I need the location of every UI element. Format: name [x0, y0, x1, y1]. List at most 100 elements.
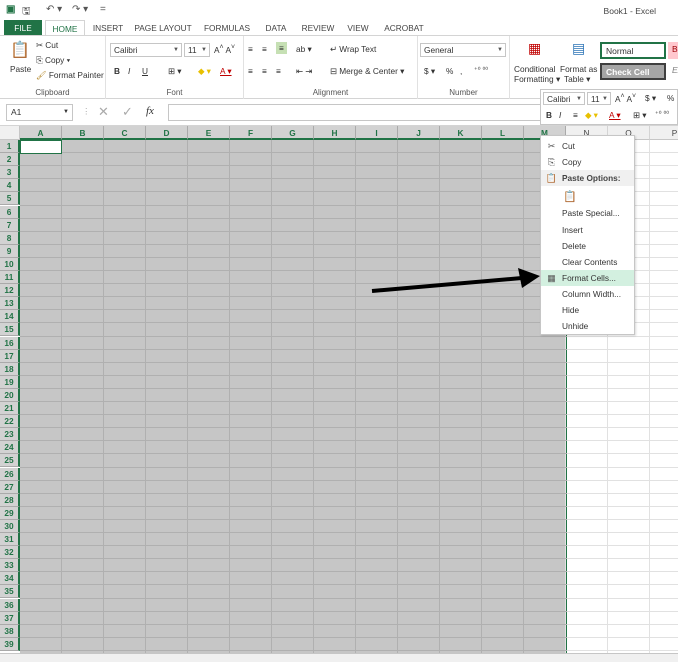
row-header[interactable]: 17: [0, 349, 20, 363]
row-header[interactable]: 25: [0, 454, 20, 468]
mini-percent-button[interactable]: %: [667, 93, 674, 103]
row-header[interactable]: 24: [0, 441, 20, 455]
copy-button[interactable]: ⎘ Copy ▾: [36, 55, 70, 66]
enter-icon[interactable]: ✓: [122, 104, 133, 120]
row-header[interactable]: 16: [0, 336, 20, 350]
row-header[interactable]: 29: [0, 506, 20, 520]
undo-icon[interactable]: ↶ ▾: [46, 4, 62, 15]
currency-button[interactable]: $ ▾: [424, 66, 435, 76]
tab-data[interactable]: DATA: [260, 20, 292, 36]
align-right-icon[interactable]: ≡: [276, 66, 281, 76]
active-cell-a1[interactable]: [20, 140, 62, 154]
row-header[interactable]: 18: [0, 362, 20, 376]
row-header[interactable]: 9: [0, 244, 20, 258]
tab-home[interactable]: HOME: [45, 20, 85, 36]
tab-page-layout[interactable]: PAGE LAYOUT: [132, 20, 194, 36]
conditional-formatting-button[interactable]: Conditional: [514, 64, 556, 74]
cut-button[interactable]: ✂ Cut: [36, 40, 58, 50]
row-header[interactable]: 6: [0, 205, 20, 219]
row-header[interactable]: 15: [0, 323, 20, 337]
fill-color-icon[interactable]: ◆ ▾: [198, 66, 211, 76]
row-header[interactable]: 3: [0, 166, 20, 180]
row-header[interactable]: 12: [0, 284, 20, 298]
orientation-icon[interactable]: ab ▾: [296, 44, 312, 54]
column-header[interactable]: B: [62, 126, 104, 140]
row-header[interactable]: 37: [0, 611, 20, 625]
merge-center-button[interactable]: ⊟ Merge & Center ▾: [330, 66, 404, 76]
column-header[interactable]: P: [650, 126, 678, 140]
customize-quick-access[interactable]: =: [100, 4, 106, 15]
row-header[interactable]: 8: [0, 231, 20, 245]
style-normal[interactable]: Normal: [600, 42, 666, 59]
tab-formulas[interactable]: FORMULAS: [200, 20, 254, 36]
menu-format-cells[interactable]: ▦ Format Cells...: [541, 270, 634, 286]
row-header[interactable]: 28: [0, 493, 20, 507]
mini-fill-color-icon[interactable]: ◆ ▾: [585, 110, 598, 120]
menu-paste-option-a[interactable]: 📋: [541, 187, 634, 207]
menu-unhide[interactable]: Unhide: [541, 318, 634, 334]
column-header[interactable]: C: [104, 126, 146, 140]
name-box[interactable]: A1 ▼: [6, 104, 73, 121]
cancel-icon[interactable]: ✕: [98, 104, 109, 120]
mini-font-color-icon[interactable]: A ▾: [609, 110, 621, 120]
row-header[interactable]: 26: [0, 467, 20, 481]
column-header[interactable]: I: [356, 126, 398, 140]
row-header[interactable]: 19: [0, 375, 20, 389]
tab-insert[interactable]: INSERT: [89, 20, 127, 36]
borders-icon[interactable]: ⊞ ▾: [168, 66, 181, 76]
column-header[interactable]: L: [482, 126, 524, 140]
font-color-icon[interactable]: A ▾: [220, 66, 232, 76]
column-header[interactable]: K: [440, 126, 482, 140]
underline-button[interactable]: U: [142, 66, 148, 76]
row-header[interactable]: 22: [0, 415, 20, 429]
row-header[interactable]: 32: [0, 546, 20, 560]
align-middle-icon[interactable]: ≡: [262, 44, 267, 54]
bold-button[interactable]: B: [114, 66, 120, 76]
row-header[interactable]: 36: [0, 598, 20, 612]
tab-acrobat[interactable]: ACROBAT: [380, 20, 428, 36]
row-header[interactable]: 31: [0, 533, 20, 547]
number-format-combo[interactable]: General ▼: [420, 43, 506, 57]
row-header[interactable]: 11: [0, 271, 20, 285]
row-header[interactable]: 21: [0, 402, 20, 416]
column-header[interactable]: G: [272, 126, 314, 140]
indent-icon[interactable]: ⇤ ⇥: [296, 66, 312, 76]
mini-decimal-icon[interactable]: ⁺⁰ ⁰⁰: [655, 110, 669, 118]
row-header[interactable]: 35: [0, 585, 20, 599]
row-header[interactable]: 27: [0, 480, 20, 494]
column-header[interactable]: E: [188, 126, 230, 140]
tab-review[interactable]: REVIEW: [298, 20, 338, 36]
style-check-cell[interactable]: Check Cell: [600, 63, 666, 80]
mini-size-combo[interactable]: 11 ▼: [587, 92, 611, 105]
save-icon[interactable]: 🖫: [22, 4, 31, 21]
italic-button[interactable]: I: [128, 66, 130, 76]
tab-view[interactable]: VIEW: [344, 20, 372, 36]
paste-button[interactable]: Paste: [10, 64, 31, 74]
menu-copy[interactable]: ⎘ Copy: [541, 154, 634, 170]
font-name-combo[interactable]: Calibri ▼: [110, 43, 182, 57]
wrap-text-button[interactable]: ↵ Wrap Text: [330, 44, 376, 54]
insert-function-icon[interactable]: fx: [146, 105, 154, 117]
menu-column-width[interactable]: Column Width...: [541, 286, 634, 302]
paste-icon[interactable]: 📋: [10, 40, 30, 60]
row-header[interactable]: 39: [0, 637, 20, 651]
redo-icon[interactable]: ↷ ▾: [72, 4, 88, 15]
style-explanatory[interactable]: Ex: [668, 63, 678, 80]
column-header[interactable]: A: [20, 126, 62, 140]
select-all-corner[interactable]: [0, 126, 20, 140]
row-header[interactable]: 2: [0, 153, 20, 167]
row-header[interactable]: 7: [0, 218, 20, 232]
mini-grow-font-icon[interactable]: A˄ A˅: [615, 93, 636, 104]
row-header[interactable]: 33: [0, 559, 20, 573]
column-header[interactable]: H: [314, 126, 356, 140]
format-as-table-button[interactable]: Format as: [560, 64, 597, 74]
align-left-icon[interactable]: ≡: [248, 66, 253, 76]
row-header[interactable]: 23: [0, 428, 20, 442]
menu-clear-contents[interactable]: Clear Contents: [541, 254, 634, 270]
format-painter-button[interactable]: 🖌 Format Painter: [36, 70, 104, 81]
row-header[interactable]: 34: [0, 572, 20, 586]
menu-cut[interactable]: ✂ Cut: [541, 138, 634, 154]
mini-align-icon[interactable]: ≡: [573, 110, 578, 120]
align-center-icon[interactable]: ≡: [262, 66, 267, 76]
mini-font-combo[interactable]: Calibri ▼: [543, 92, 585, 105]
